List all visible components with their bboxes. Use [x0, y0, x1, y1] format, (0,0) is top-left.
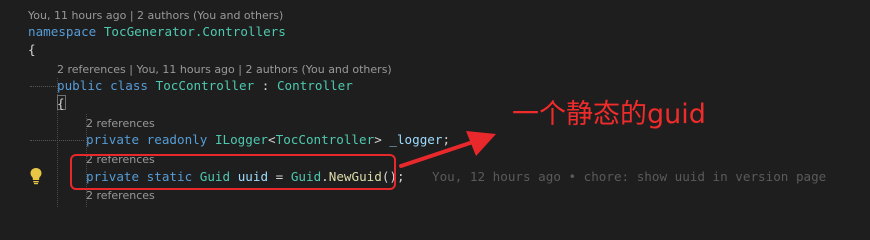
annotation-label: 一个静态的guid — [512, 99, 706, 130]
annotation-arrow — [399, 131, 496, 168]
